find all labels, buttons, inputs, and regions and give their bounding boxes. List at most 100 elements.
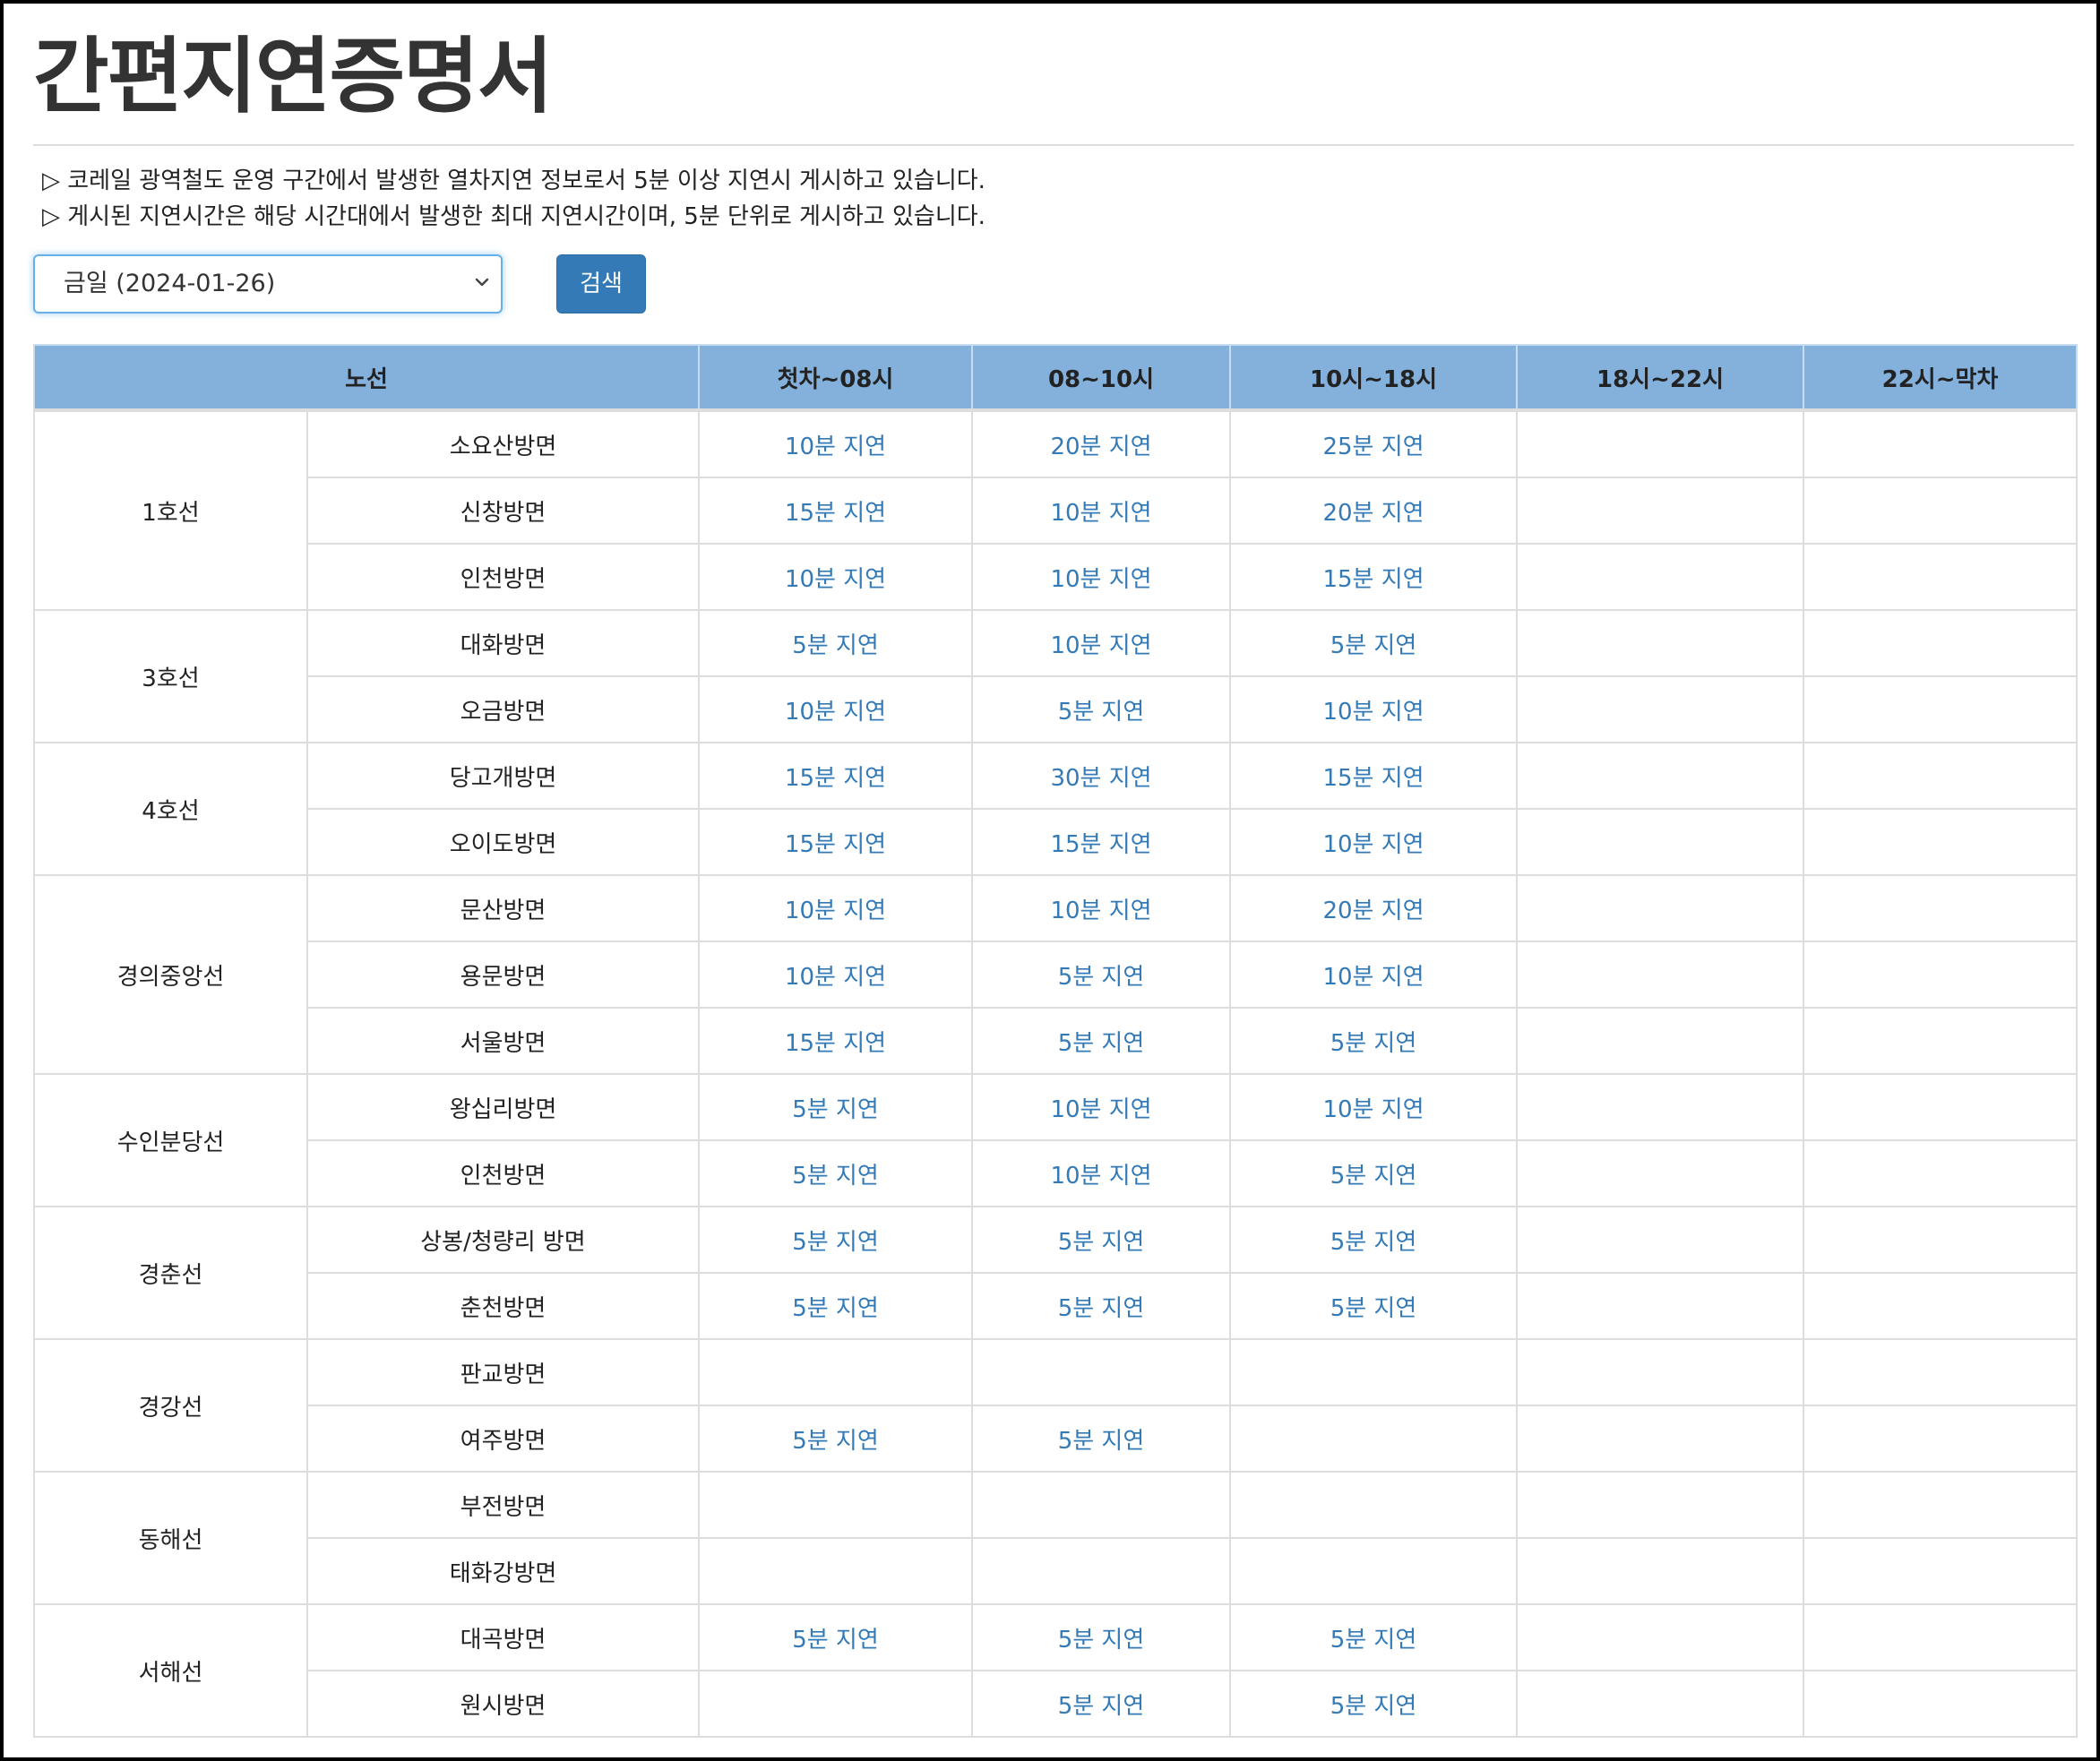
delay-cell[interactable]: 5분 지연 — [698, 1206, 973, 1274]
delay-cell — [1803, 1603, 2078, 1671]
delay-cell[interactable]: 15분 지연 — [1229, 543, 1518, 611]
delay-cell — [1516, 808, 1804, 876]
table-row: 수인분당선 왕십리방면 5분 지연 10분 지연 10분 지연 — [33, 1073, 2078, 1207]
delay-cell — [1803, 1272, 2078, 1340]
table-row: 인천방면 5분 지연 10분 지연 5분 지연 — [34, 1139, 2078, 1207]
delay-cell[interactable]: 10분 지연 — [971, 609, 1231, 677]
delay-cell[interactable]: 10분 지연 — [1229, 808, 1518, 876]
direction-cell: 당고개방면 — [306, 742, 700, 810]
delay-cell[interactable]: 10분 지연 — [1229, 675, 1518, 743]
delay-cell[interactable]: 15분 지연 — [698, 742, 973, 810]
delay-cell[interactable]: 5분 지연 — [1229, 1272, 1518, 1340]
delay-cell[interactable]: 5분 지연 — [971, 1405, 1231, 1473]
table-header: 노선 첫차~08시 08~10시 10시~18시 18시~22시 22시~막차 — [33, 344, 2078, 412]
direction-cell: 왕십리방면 — [306, 1073, 700, 1141]
delay-cell[interactable]: 15분 지연 — [698, 808, 973, 876]
delay-cell — [1516, 1405, 1804, 1473]
delay-cell — [971, 1338, 1231, 1406]
delay-cell[interactable]: 15분 지연 — [698, 477, 973, 545]
delay-cell[interactable]: 10분 지연 — [971, 543, 1231, 611]
delay-cell[interactable]: 10분 지연 — [698, 874, 973, 942]
delay-cell — [1516, 1338, 1804, 1406]
delay-cell[interactable]: 5분 지연 — [698, 1272, 973, 1340]
delay-cell[interactable]: 10분 지연 — [698, 675, 973, 743]
delay-cell[interactable]: 10분 지연 — [971, 874, 1231, 942]
delay-cell[interactable]: 5분 지연 — [1229, 1007, 1518, 1075]
direction-cell: 신창방면 — [306, 477, 700, 545]
delay-cell — [1516, 477, 1804, 545]
table-row: 여주방면 5분 지연 5분 지연 — [34, 1405, 2078, 1473]
direction-cell: 여주방면 — [306, 1405, 700, 1473]
delay-cell[interactable]: 5분 지연 — [1229, 1206, 1518, 1274]
table-row: 경의중앙선 문산방면 10분 지연 10분 지연 20분 지연 — [33, 874, 2078, 1075]
delay-cell[interactable]: 5분 지연 — [971, 941, 1231, 1009]
delay-cell — [1803, 543, 2078, 611]
delay-cell[interactable]: 10분 지연 — [698, 543, 973, 611]
delay-cell[interactable]: 10분 지연 — [971, 1073, 1231, 1141]
delay-cell[interactable]: 5분 지연 — [698, 609, 973, 677]
delay-cell[interactable]: 25분 지연 — [1229, 409, 1518, 478]
delay-cell — [1803, 941, 2078, 1009]
table-row: 경강선 판교방면 — [33, 1338, 2078, 1473]
delay-cell — [1516, 874, 1804, 942]
table-row: 태화강방면 — [34, 1537, 2078, 1605]
delay-cell — [1229, 1471, 1518, 1539]
delay-cell — [1803, 1670, 2078, 1738]
delay-cell[interactable]: 5분 지연 — [1229, 1603, 1518, 1671]
delay-cell — [1803, 1139, 2078, 1207]
title-divider — [33, 144, 2074, 146]
delay-cell[interactable]: 15분 지연 — [971, 808, 1231, 876]
delay-cell[interactable]: 10분 지연 — [698, 409, 973, 478]
delay-cell[interactable]: 10분 지연 — [1229, 1073, 1518, 1141]
delay-cell[interactable]: 5분 지연 — [698, 1405, 973, 1473]
direction-cell: 태화강방면 — [306, 1537, 700, 1605]
delay-cell — [1803, 1007, 2078, 1075]
delay-cell[interactable]: 5분 지연 — [971, 1007, 1231, 1075]
search-button[interactable]: 검색 — [556, 254, 646, 314]
delay-cell[interactable]: 5분 지연 — [698, 1139, 973, 1207]
delay-cell[interactable]: 15분 지연 — [698, 1007, 973, 1075]
delay-cell[interactable]: 5분 지연 — [971, 1603, 1231, 1671]
page-title: 간편지연증명서 — [33, 29, 553, 125]
line-name-cell: 경강선 — [33, 1338, 308, 1473]
delay-cell[interactable]: 5분 지연 — [698, 1603, 973, 1671]
direction-cell: 판교방면 — [306, 1338, 700, 1406]
delay-cell[interactable]: 5분 지연 — [971, 1272, 1231, 1340]
delay-cell — [1803, 1405, 2078, 1473]
delay-cell[interactable]: 5분 지연 — [698, 1073, 973, 1141]
delay-cell[interactable]: 5분 지연 — [971, 1670, 1231, 1738]
delay-cell[interactable]: 10분 지연 — [698, 941, 973, 1009]
delay-cell — [1516, 1007, 1804, 1075]
table-row: 신창방면 15분 지연 10분 지연 20분 지연 — [34, 477, 2078, 545]
delay-cell[interactable]: 10분 지연 — [971, 1139, 1231, 1207]
delay-cell — [1516, 1537, 1804, 1605]
notice-line: ▷ 코레일 광역철도 운영 구간에서 발생한 열차지연 정보로서 5분 이상 지… — [42, 168, 985, 194]
table-row: 1호선 소요산방면 10분 지연 20분 지연 25분 지연 — [33, 409, 2078, 611]
delay-cell[interactable]: 5분 지연 — [1229, 1139, 1518, 1207]
delay-cell[interactable]: 5분 지연 — [971, 675, 1231, 743]
delay-cell[interactable]: 10분 지연 — [971, 477, 1231, 545]
table-row: 서울방면 15분 지연 5분 지연 5분 지연 — [34, 1007, 2078, 1075]
direction-cell: 오이도방면 — [306, 808, 700, 876]
notice-line: ▷ 게시된 지연시간은 해당 시간대에서 발생한 최대 지연시간이며, 5분 단… — [42, 203, 985, 230]
table-header-row: 노선 첫차~08시 08~10시 10시~18시 18시~22시 22시~막차 — [33, 344, 2078, 412]
delay-cell[interactable]: 30분 지연 — [971, 742, 1231, 810]
date-select[interactable]: 금일 (2024-01-26) — [33, 254, 503, 314]
delay-cell — [1516, 543, 1804, 611]
delay-cell[interactable]: 5분 지연 — [1229, 609, 1518, 677]
delay-cell[interactable]: 5분 지연 — [971, 1206, 1231, 1274]
delay-cell — [1229, 1338, 1518, 1406]
delay-cell — [1516, 742, 1804, 810]
delay-cell[interactable]: 20분 지연 — [1229, 874, 1518, 942]
direction-cell: 인천방면 — [306, 1139, 700, 1207]
direction-cell: 부전방면 — [306, 1471, 700, 1539]
delay-cell[interactable]: 10분 지연 — [1229, 941, 1518, 1009]
table-row: 춘천방면 5분 지연 5분 지연 5분 지연 — [34, 1272, 2078, 1340]
direction-cell: 용문방면 — [306, 941, 700, 1009]
delay-cell[interactable]: 5분 지연 — [1229, 1670, 1518, 1738]
delay-cell[interactable]: 15분 지연 — [1229, 742, 1518, 810]
delay-cell[interactable]: 20분 지연 — [1229, 477, 1518, 545]
delay-cell — [698, 1670, 973, 1738]
delay-cell[interactable]: 20분 지연 — [971, 409, 1231, 478]
line-name-cell: 서해선 — [33, 1603, 308, 1738]
